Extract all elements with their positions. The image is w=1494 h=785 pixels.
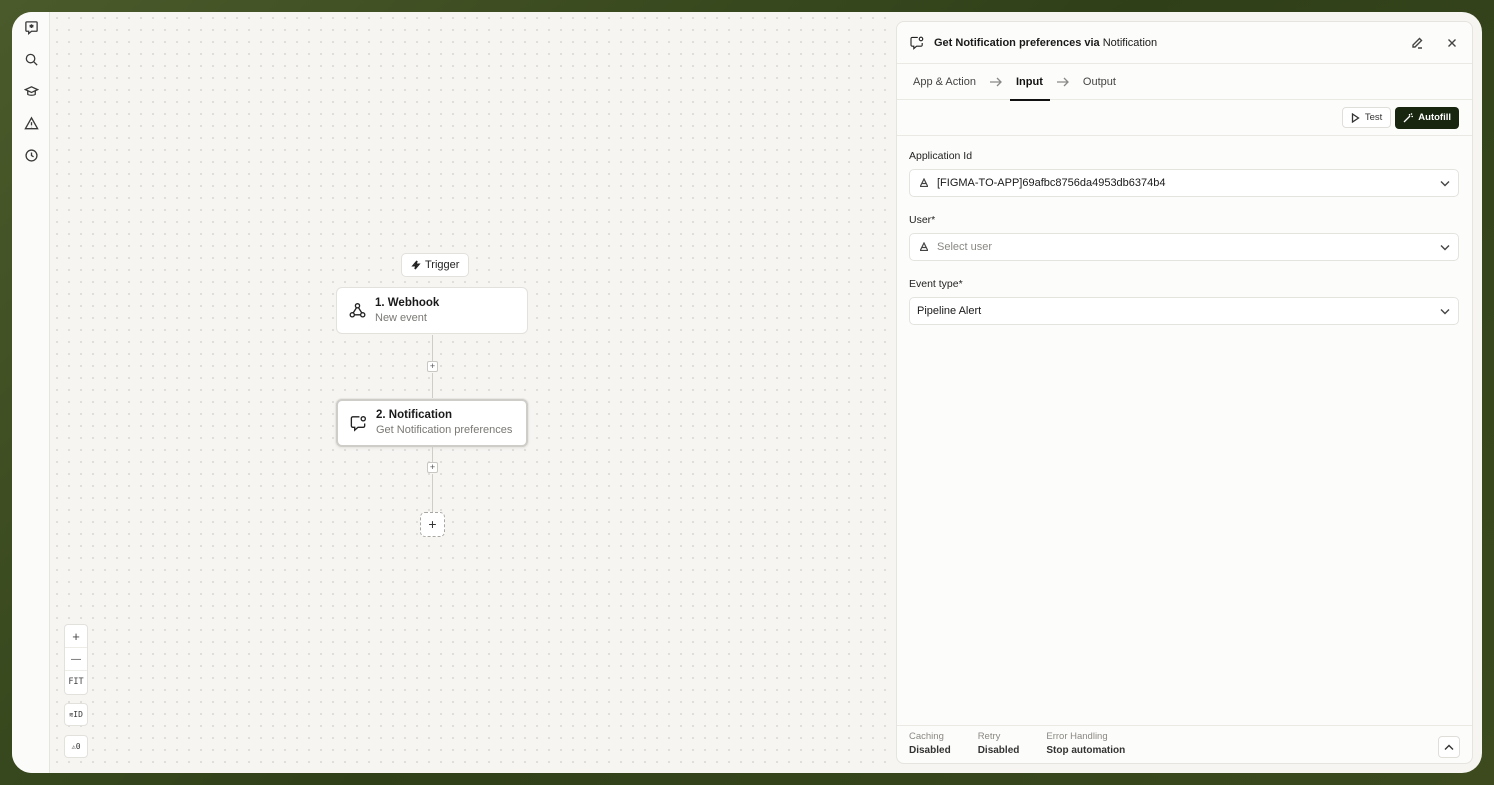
input-form: Application Id [FIGMA-TO-APP]69afbc8756d… (897, 136, 1472, 325)
footer-value: Disabled (977, 745, 1020, 756)
field-application-id: Application Id [FIGMA-TO-APP]69afbc8756d… (909, 150, 1459, 197)
footer-key: Caching (909, 731, 944, 742)
field-user: User* Select user (909, 214, 1459, 261)
workflow-canvas[interactable]: Trigger 1. Webhook New event + 2. Notifi… (51, 12, 896, 773)
play-icon (1351, 112, 1360, 123)
chevron-down-icon (1440, 238, 1450, 256)
user-select[interactable]: Select user (909, 233, 1459, 261)
footer-error-handling[interactable]: Error Handling Stop automation (1046, 731, 1125, 758)
chevron-down-icon (1440, 302, 1450, 320)
text-type-icon (919, 174, 929, 192)
zoom-in-button[interactable]: + (65, 625, 87, 648)
warnings-count: 0 (75, 742, 81, 751)
autofill-button[interactable]: Autofill (1395, 106, 1459, 129)
field-label: User* (909, 214, 936, 226)
test-button[interactable]: Test (1341, 107, 1392, 128)
chevron-down-icon (1440, 174, 1450, 192)
pencil-icon (1412, 37, 1423, 49)
select-placeholder: Select user (937, 241, 993, 253)
trigger-label: Trigger (425, 259, 460, 271)
add-step-button[interactable]: + (420, 512, 445, 537)
node-subtitle: New event (375, 311, 427, 324)
notification-icon (348, 413, 368, 433)
connector-line (432, 373, 433, 399)
panel-title-app: Notification (1102, 36, 1158, 49)
magic-wand-icon (1403, 112, 1414, 122)
id-toggle-label: ID (73, 710, 83, 719)
select-value: [FIGMA-TO-APP]69afbc8756da4953db6374b4 (937, 177, 1166, 189)
close-icon (1448, 38, 1456, 47)
footer-retry[interactable]: Retry Disabled (978, 731, 1020, 758)
text-type-icon (919, 238, 929, 256)
arrow-right-icon (989, 75, 1003, 89)
autofill-label: Autofill (1418, 112, 1451, 123)
step-tabs: App & Action Input Output (897, 64, 1472, 101)
logo-icon[interactable] (23, 19, 39, 35)
zoom-controls: + — FIT (64, 624, 88, 695)
learn-icon[interactable] (23, 83, 39, 99)
panel-title-action: Get Notification preferences via (934, 36, 1100, 49)
history-icon[interactable] (23, 147, 39, 163)
left-rail (12, 12, 50, 773)
step-config-panel: Get Notification preferences via Notific… (896, 21, 1473, 764)
event-type-select[interactable]: Pipeline Alert (909, 297, 1459, 325)
application-id-select[interactable]: [FIGMA-TO-APP]69afbc8756da4953db6374b4 (909, 169, 1459, 197)
arrow-right-icon (1056, 75, 1070, 89)
insert-step-button[interactable]: + (427, 462, 438, 473)
warnings-button[interactable]: ⚠0 (64, 735, 88, 758)
field-event-type: Event type* Pipeline Alert (909, 278, 1459, 325)
trigger-chip[interactable]: Trigger (401, 253, 470, 277)
edit-button[interactable] (1409, 35, 1425, 51)
tab-input[interactable]: Input (1010, 64, 1050, 101)
search-icon[interactable] (23, 51, 39, 67)
footer-key: Error Handling (1046, 731, 1108, 742)
tab-app-action[interactable]: App & Action (913, 64, 976, 100)
id-toggle-button[interactable]: ≋ID (64, 703, 88, 726)
node-notification[interactable]: 2. Notification Get Notification prefere… (336, 399, 528, 447)
node-title: 1. Webhook (375, 296, 440, 309)
node-subtitle: Get Notification preferences (376, 424, 513, 436)
expand-settings-button[interactable] (1438, 736, 1460, 758)
connector-line (432, 447, 433, 462)
panel-footer: Caching Disabled Retry Disabled Error Ha… (897, 725, 1472, 763)
tab-output[interactable]: Output (1083, 64, 1116, 100)
select-value: Pipeline Alert (917, 305, 982, 317)
panel-toolbar: Test Autofill (897, 100, 1472, 136)
node-webhook[interactable]: 1. Webhook New event (336, 287, 528, 334)
alert-triangle-icon[interactable] (23, 115, 39, 131)
app-window: Trigger 1. Webhook New event + 2. Notifi… (12, 12, 1482, 773)
footer-caching[interactable]: Caching Disabled (909, 731, 951, 758)
footer-value: Stop automation (1046, 745, 1126, 756)
webhook-icon (347, 301, 367, 321)
zoom-fit-button[interactable]: FIT (65, 671, 87, 694)
chevron-up-icon (1444, 744, 1454, 750)
panel-title: Get Notification preferences via Notific… (934, 37, 1390, 49)
footer-value: Disabled (909, 745, 951, 756)
zoom-out-button[interactable]: — (65, 648, 87, 671)
panel-header: Get Notification preferences via Notific… (897, 22, 1472, 64)
lightning-icon (411, 260, 421, 270)
node-title: 2. Notification (376, 409, 453, 421)
test-label: Test (1364, 112, 1383, 123)
connector-line (432, 335, 433, 361)
field-label: Event type* (909, 278, 963, 290)
close-button[interactable] (1444, 35, 1460, 51)
insert-step-button[interactable]: + (427, 361, 438, 372)
notification-icon (910, 36, 924, 50)
connector-line (432, 474, 433, 512)
field-label: Application Id (909, 150, 973, 162)
footer-key: Retry (977, 731, 1001, 742)
